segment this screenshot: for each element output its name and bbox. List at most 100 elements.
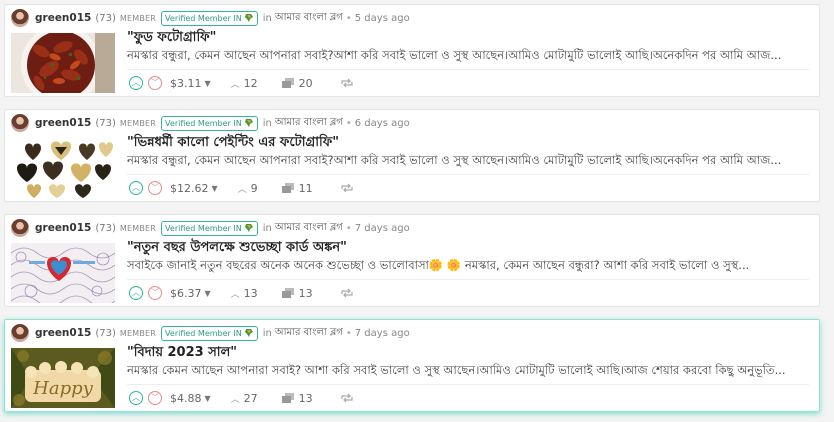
community-link[interactable]: আমার বাংলা ব্লগ [275,220,343,237]
verified-badge: Verified Member IN [161,325,258,341]
post-meta: green015 (73) MEMBER Verified Member IN … [11,113,410,133]
post-meta: green015 (73) MEMBER Verified Member IN … [11,218,410,238]
vote-count[interactable]: ︿ 13 [231,287,258,300]
post-card[interactable]: green015 (73) MEMBER Verified Member IN … [4,319,820,412]
post-card[interactable]: green015 (73) MEMBER Verified Member IN … [4,4,820,97]
verified-badge: Verified Member IN [161,220,258,236]
comment-count[interactable]: 11 [281,182,313,195]
food-photo-thumbnail[interactable] [11,33,115,93]
happy-sign-thumbnail[interactable]: Happy [11,348,115,408]
author-name[interactable]: green015 [35,222,91,234]
meta-separator: • [345,117,352,129]
downvote-button[interactable]: ﹀ [148,181,162,195]
reblog-icon[interactable] [341,393,353,403]
caret-down-icon[interactable]: ▼ [205,289,211,298]
post-card[interactable]: green015 (73) MEMBER Verified Member IN … [4,214,820,307]
post-time[interactable]: 7 days ago [355,328,410,339]
in-label: in [262,117,272,129]
community-link[interactable]: আমার বাংলা ব্লগ [275,10,343,27]
post-excerpt[interactable]: সবাইকে জানাই নতুন বছরের অনেক অনেক শুভেচ্… [127,257,811,276]
post-time[interactable]: 5 days ago [355,13,410,24]
post-meta: green015 (73) MEMBER Verified Member IN … [11,8,410,28]
upvote-button[interactable]: ︿ [129,391,143,405]
author-name[interactable]: green015 [35,327,91,339]
india-map-icon [244,223,254,233]
downvote-button[interactable]: ﹀ [148,286,162,300]
post-excerpt[interactable]: নমস্কার বন্ধুরা, কেমন আছেন আপনারা সবাই?আ… [127,152,811,171]
comment-count[interactable]: 13 [281,392,313,405]
avatar[interactable] [11,114,29,132]
post-excerpt[interactable]: নমস্কার বন্ধুরা, কেমন আছেন আপনারা সবাই?আ… [127,47,811,66]
avatar[interactable] [11,219,29,237]
comments-icon [281,288,294,298]
post-card[interactable]: green015 (73) MEMBER Verified Member IN … [4,109,820,202]
chevron-down-icon: ﹀ [151,288,159,297]
in-label: in [262,222,272,234]
chevron-up-icon: ︿ [132,393,140,402]
author-reputation: (73) [95,327,116,339]
vote-count[interactable]: ︿ 12 [231,77,258,90]
vote-count[interactable]: ︿ 9 [238,182,258,195]
downvote-button[interactable]: ﹀ [148,76,162,90]
community-link[interactable]: আমার বাংলা ব্লগ [275,115,343,132]
post-title[interactable]: "নতুন বছর উপলক্ষে শুভেচ্ছা কার্ড অঙ্কন" [127,238,347,259]
payout-value[interactable]: $12.62 [170,182,209,195]
vote-count[interactable]: ︿ 27 [231,392,258,405]
payout-value[interactable]: $3.11 [170,77,202,90]
comment-count-value: 20 [298,76,313,90]
in-label: in [262,327,272,339]
chevron-up-small-icon: ︿ [230,394,240,405]
post-time[interactable]: 7 days ago [355,223,410,234]
avatar[interactable] [11,9,29,27]
author-reputation: (73) [95,222,116,234]
heart-paintings-thumbnail[interactable] [11,138,115,198]
reblog-icon[interactable] [341,183,353,193]
greeting-card-thumbnail[interactable] [11,243,115,303]
divider [127,279,809,280]
post-excerpt[interactable]: নমস্কার কেমন আছেন আপনারা সবাই? আশা করি স… [127,362,811,381]
upvote-button[interactable]: ︿ [129,76,143,90]
chevron-up-small-icon: ︿ [230,289,240,300]
payout-value[interactable]: $4.88 [170,392,202,405]
verified-badge-text: Verified Member IN [165,223,242,233]
vote-count-value: 9 [250,181,258,195]
india-map-icon [244,328,254,338]
caret-down-icon[interactable]: ▼ [205,79,211,88]
author-reputation: (73) [95,12,116,24]
author-name[interactable]: green015 [35,12,91,24]
chevron-up-icon: ︿ [132,183,140,192]
member-label: MEMBER [119,118,157,128]
chevron-up-icon: ︿ [132,288,140,297]
post-time[interactable]: 6 days ago [355,118,410,129]
chevron-down-icon: ﹀ [151,393,159,402]
comments-icon [281,393,294,403]
post-title[interactable]: "ফুড ফটোগ্রাফি" [127,28,216,49]
payout-value[interactable]: $6.37 [170,287,202,300]
downvote-button[interactable]: ﹀ [148,391,162,405]
comments-icon [281,78,294,88]
vote-count-value: 13 [243,286,258,300]
reblog-icon[interactable] [341,78,353,88]
upvote-button[interactable]: ︿ [129,181,143,195]
comment-count[interactable]: 13 [281,286,313,300]
verified-badge-text: Verified Member IN [165,118,242,128]
post-title[interactable]: "ভিন্নধর্মী কালো পেইন্টিং এর ফটোগ্রাফি" [127,133,339,154]
caret-down-icon[interactable]: ▼ [212,184,218,193]
comment-count[interactable]: 20 [281,76,313,90]
divider [127,174,809,175]
verified-badge: Verified Member IN [161,10,258,26]
chevron-down-icon: ﹀ [151,183,159,192]
post-title[interactable]: "বিদায় 2023 সাল" [127,343,237,364]
verified-badge: Verified Member IN [161,115,258,131]
divider [127,384,809,385]
comment-count-value: 13 [298,286,313,300]
caret-down-icon[interactable]: ▼ [205,394,211,403]
india-map-icon [244,13,254,23]
member-label: MEMBER [119,13,157,23]
community-link[interactable]: আমার বাংলা ব্লগ [275,325,343,342]
avatar[interactable] [11,324,29,342]
upvote-button[interactable]: ︿ [129,286,143,300]
chevron-down-icon: ﹀ [151,78,159,87]
reblog-icon[interactable] [341,288,353,298]
author-name[interactable]: green015 [35,117,91,129]
